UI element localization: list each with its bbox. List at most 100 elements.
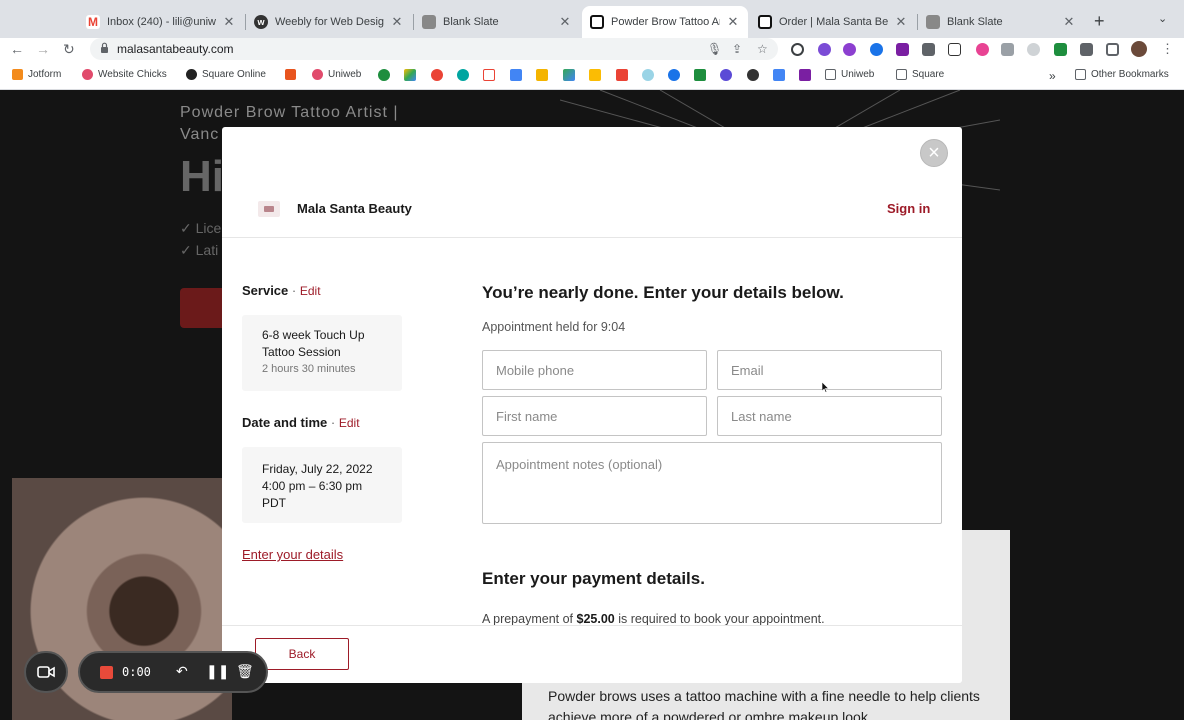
background-card-text: Powder brows uses a tattoo machine with … — [548, 688, 980, 720]
tab-blank-slate-2[interactable]: Blank Slate ✕ — [918, 6, 1084, 38]
extension-icon[interactable] — [870, 43, 883, 56]
details-heading: You’re nearly done. Enter your details b… — [482, 283, 844, 302]
tab-gmail[interactable]: M Inbox (240) - lili@uniweb ✕ — [78, 6, 244, 38]
service-heading: Service · Edit — [242, 283, 321, 298]
extension-icon[interactable] — [896, 43, 909, 56]
recorder-camera-button[interactable] — [24, 651, 68, 693]
trash-icon[interactable]: 🗑 — [236, 663, 254, 680]
payment-heading: Enter your payment details. — [482, 569, 705, 588]
extension-icon[interactable] — [843, 43, 856, 56]
bookmark-jotform[interactable]: Jotform — [12, 69, 61, 80]
forward-arrow-icon[interactable]: → — [36, 41, 50, 57]
docs-icon[interactable] — [773, 69, 785, 81]
uniweb-icon — [312, 69, 323, 80]
square-icon — [590, 15, 604, 29]
globe-icon[interactable] — [747, 69, 759, 81]
email-input[interactable] — [717, 350, 942, 390]
close-tab-icon[interactable]: ✕ — [894, 14, 908, 30]
side-panel-icon[interactable] — [1106, 43, 1119, 56]
extension-icon[interactable] — [922, 43, 935, 56]
undo-icon[interactable]: ↶ — [176, 663, 188, 680]
close-tab-icon[interactable]: ✕ — [390, 14, 404, 30]
bookmark-star-icon[interactable]: ☆ — [757, 42, 768, 56]
calendar-icon[interactable] — [510, 69, 522, 81]
recorder-controls: 0:00 ↶ ❚❚ 🗑 — [78, 651, 268, 693]
background-check-item: ✓ Lice — [180, 220, 222, 236]
bookmark-folder-square[interactable]: Square — [896, 69, 944, 80]
url-text[interactable]: malasantabeauty.com — [117, 42, 234, 56]
recording-timer: 0:00 — [122, 665, 151, 679]
extension-icon[interactable] — [1054, 43, 1067, 56]
back-arrow-icon[interactable]: ← — [10, 41, 24, 57]
sign-in-link[interactable]: Sign in — [887, 201, 930, 216]
bookmark-square-online[interactable]: Square Online — [186, 69, 266, 80]
close-tab-icon[interactable]: ✕ — [1062, 14, 1076, 30]
more-menu-icon[interactable]: ⋮ — [1161, 41, 1174, 57]
bookmark-icon[interactable] — [642, 69, 654, 81]
back-button[interactable]: Back — [255, 638, 349, 670]
gmail-icon: M — [86, 15, 100, 29]
extension-icon[interactable] — [791, 43, 804, 56]
weebly-icon: w — [254, 15, 268, 29]
other-bookmarks[interactable]: Other Bookmarks — [1075, 69, 1169, 80]
folder-icon — [825, 69, 836, 80]
close-tab-icon[interactable]: ✕ — [222, 14, 236, 30]
jotform-icon — [12, 69, 23, 80]
bookmark-website-chicks[interactable]: Website Chicks — [82, 69, 167, 80]
share-icon[interactable]: ⇪ — [732, 42, 742, 56]
bookmark-folder-uniweb[interactable]: Uniweb — [825, 69, 874, 80]
first-name-input[interactable] — [482, 396, 707, 436]
whatsapp-icon[interactable] — [378, 69, 390, 81]
mobile-phone-input[interactable] — [482, 350, 707, 390]
more-bookmarks-chevron[interactable]: » — [1049, 69, 1056, 83]
close-tab-icon[interactable]: ✕ — [558, 14, 572, 30]
gmail-icon[interactable] — [483, 69, 495, 81]
bookmark-icon[interactable] — [799, 69, 811, 81]
appointment-notes-textarea[interactable] — [482, 442, 942, 524]
bookmark-icon[interactable] — [536, 69, 548, 81]
bookmark-icon[interactable] — [616, 69, 628, 81]
bookmark-icon[interactable] — [694, 69, 706, 81]
prepayment-amount: $25.00 — [576, 612, 615, 626]
tab-powder-brow[interactable]: Powder Brow Tattoo Artist ✕ — [582, 6, 748, 38]
google-drive-icon[interactable] — [563, 69, 575, 81]
last-name-input[interactable] — [717, 396, 942, 436]
datetime-heading: Date and time · Edit — [242, 415, 360, 430]
google-drive-icon[interactable] — [404, 69, 416, 81]
extension-icon[interactable] — [976, 43, 989, 56]
close-icon[interactable]: × — [920, 139, 948, 167]
pause-icon[interactable]: ❚❚ — [206, 663, 229, 680]
profile-avatar[interactable] — [1131, 41, 1147, 57]
microphone-icon[interactable]: 🎙 — [707, 42, 722, 56]
background-heading: Hi — [180, 152, 224, 201]
bookmark-cp[interactable] — [285, 69, 301, 80]
service-summary: 6-8 week Touch Up Tattoo Session 2 hours… — [242, 315, 402, 391]
tab-blank-slate[interactable]: Blank Slate ✕ — [414, 6, 580, 38]
background-check-item: ✓ Lati — [180, 242, 219, 258]
bookmark-icon[interactable] — [589, 69, 601, 81]
stop-recording-icon[interactable] — [100, 666, 113, 679]
puzzle-icon[interactable] — [1080, 43, 1093, 56]
extension-icon[interactable] — [948, 43, 961, 56]
bookmark-icon[interactable] — [720, 69, 732, 81]
extension-icon[interactable] — [1027, 43, 1040, 56]
address-bar[interactable]: malasantabeauty.com 🎙 ⇪ ☆ — [90, 38, 778, 60]
cp-icon — [285, 69, 296, 80]
bookmark-icon[interactable] — [668, 69, 680, 81]
edit-service-link[interactable]: Edit — [300, 284, 321, 298]
folder-icon — [896, 69, 907, 80]
enter-details-step-link[interactable]: Enter your details — [242, 547, 343, 562]
tab-weebly[interactable]: w Weebly for Web Designers ✕ — [246, 6, 412, 38]
tab-order[interactable]: Order | Mala Santa Beauty ✕ — [750, 6, 916, 38]
page-icon — [926, 15, 940, 29]
bookmark-icon[interactable] — [457, 69, 469, 81]
bookmark-icon[interactable] — [431, 69, 443, 81]
reload-icon[interactable]: ↻ — [63, 41, 75, 58]
tab-search-chevron-icon[interactable]: ⌄ — [1158, 12, 1167, 25]
new-tab-icon[interactable]: + — [1094, 11, 1105, 32]
extension-icon[interactable] — [1001, 43, 1014, 56]
bookmark-uniweb[interactable]: Uniweb — [312, 69, 361, 80]
close-tab-icon[interactable]: ✕ — [726, 14, 740, 30]
edit-datetime-link[interactable]: Edit — [339, 416, 360, 430]
extension-icon[interactable] — [818, 43, 831, 56]
